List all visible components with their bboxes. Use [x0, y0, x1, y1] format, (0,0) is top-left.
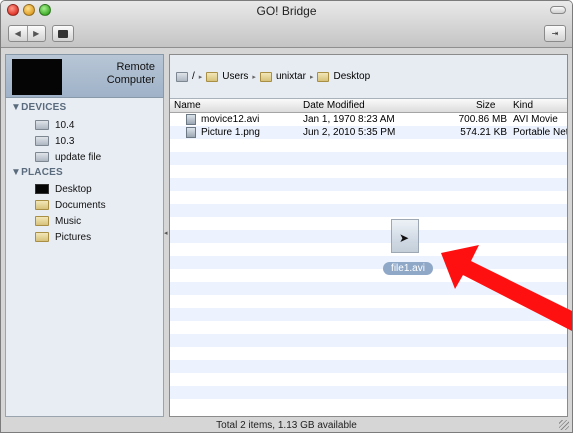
remote-computer-item[interactable]: Remote Computer: [5, 54, 164, 98]
red-arrow-annotation: [441, 245, 572, 331]
toolbar-toggle-button[interactable]: [550, 6, 566, 14]
window-title: GO! Bridge: [256, 4, 317, 18]
sidebar-item-desktop[interactable]: Desktop: [35, 182, 92, 196]
sidebar-item-pictures[interactable]: Pictures: [35, 230, 91, 244]
file-date: Jun 2, 2010 5:35 PM: [303, 127, 396, 138]
empty-row: [170, 152, 567, 165]
dragged-file-label: file1.avi: [383, 262, 433, 275]
chevron-right-icon: ▸: [198, 73, 203, 81]
file-browser: / ▸ Users ▸ unixtar ▸ Desktop Name Date …: [169, 54, 568, 417]
movie-file-icon: [186, 114, 196, 125]
column-name[interactable]: Name: [174, 100, 201, 111]
folder-icon: [259, 71, 272, 82]
folder-icon: [317, 71, 330, 82]
folder-icon: [35, 200, 49, 210]
exit-icon: ⇥: [551, 29, 559, 38]
column-header: Name Date Modified Size Kind: [170, 99, 567, 113]
column-date-modified[interactable]: Date Modified: [303, 100, 365, 111]
breadcrumb-users[interactable]: Users: [222, 71, 248, 82]
status-bar: Total 2 items, 1.13 GB available: [216, 420, 357, 431]
empty-row: [170, 386, 567, 399]
breadcrumb-desktop[interactable]: Desktop: [333, 71, 370, 82]
file-kind: AVI Movie: [513, 114, 558, 125]
empty-row: [170, 139, 567, 152]
disk-icon: [176, 71, 188, 82]
folder-icon: [206, 71, 219, 82]
folder-plus-icon: [58, 29, 68, 38]
file-name: Picture 1.png: [201, 127, 260, 138]
devices-header[interactable]: ▼DEVICES: [11, 102, 66, 113]
empty-row: [170, 399, 567, 412]
empty-row: [170, 217, 567, 230]
new-folder-button[interactable]: [52, 25, 74, 42]
sidebar-item-music[interactable]: Music: [35, 214, 81, 228]
empty-row: [170, 347, 567, 360]
empty-row: [170, 204, 567, 217]
empty-row: [170, 373, 567, 386]
sidebar-item-10-3[interactable]: 10.3: [35, 134, 74, 148]
breadcrumb: / ▸ Users ▸ unixtar ▸ Desktop: [170, 55, 567, 99]
disk-icon: [35, 120, 49, 130]
cursor-arrow-icon: ➤: [399, 231, 410, 245]
app-window: GO! Bridge ◀ ▶ ⇥ Remote Computer ▼DEVICE…: [0, 0, 573, 433]
folder-icon: [35, 216, 49, 226]
disk-icon: [35, 136, 49, 146]
column-size[interactable]: Size: [476, 100, 495, 111]
arrow-shape: [441, 245, 572, 331]
empty-row: [170, 178, 567, 191]
resize-grip-icon[interactable]: [559, 420, 569, 430]
empty-row: [170, 165, 567, 178]
back-forward-group: ◀ ▶: [8, 25, 46, 42]
dragged-file[interactable]: ➤ file1.avi: [383, 219, 433, 277]
table-row[interactable]: movice12.avi Jan 1, 1970 8:23 AM 700.86 …: [170, 113, 567, 126]
places-header[interactable]: ▼PLACES: [11, 167, 63, 178]
disconnect-button[interactable]: ⇥: [544, 25, 566, 42]
breadcrumb-unixtar[interactable]: unixtar: [276, 71, 306, 82]
forward-arrow-icon[interactable]: ▶: [26, 26, 46, 41]
splitter-handle-icon: ◂: [164, 230, 168, 237]
sidebar-item-10-4[interactable]: 10.4: [35, 118, 74, 132]
file-kind: Portable Netw...: [513, 127, 568, 138]
title-bar: GO! Bridge ◀ ▶ ⇥: [1, 1, 572, 48]
sidebar-item-documents[interactable]: Documents: [35, 198, 106, 212]
empty-row: [170, 360, 567, 373]
breadcrumb-root[interactable]: /: [192, 71, 195, 82]
empty-row: [170, 191, 567, 204]
file-name: movice12.avi: [201, 114, 260, 125]
sidebar-item-update-file[interactable]: update file: [35, 150, 101, 164]
chevron-right-icon: ▸: [252, 73, 256, 81]
file-size: 700.86 MB: [458, 114, 507, 125]
disk-icon: [35, 152, 49, 162]
desktop-icon: [35, 184, 49, 194]
column-kind[interactable]: Kind: [513, 100, 533, 111]
remote-screen-thumbnail: [12, 59, 62, 95]
file-date: Jan 1, 1970 8:23 AM: [303, 114, 395, 125]
chevron-right-icon: ▸: [309, 73, 314, 81]
remote-computer-label: Remote Computer: [106, 61, 155, 86]
image-file-icon: [186, 127, 196, 138]
table-row[interactable]: Picture 1.png Jun 2, 2010 5:35 PM 574.21…: [170, 126, 567, 139]
folder-icon: [35, 232, 49, 242]
back-arrow-icon[interactable]: ◀: [9, 26, 27, 41]
file-size: 574.21 KB: [460, 127, 507, 138]
